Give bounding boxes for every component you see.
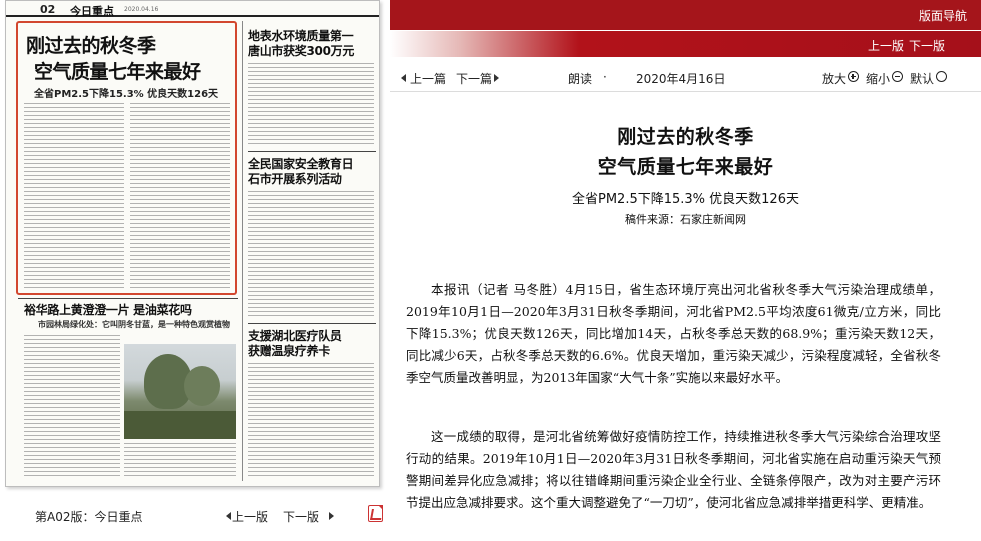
photo-caption-text xyxy=(124,443,236,477)
article-source: 稿件来源：石家庄新闻网 xyxy=(625,213,746,226)
side-story3-headline-line1: 支援湖北医疗队员 xyxy=(248,329,342,343)
side-story3-headline-line2: 获赠温泉疗养卡 xyxy=(248,344,330,358)
edition-nav-bar: 上一版 下一版 xyxy=(390,31,981,57)
side-story2-text xyxy=(248,191,374,319)
article-toolbar: 上一篇 下一篇 朗读 · 2020年4月16日 放大 缩小 默认 xyxy=(390,62,981,92)
newspaper-preview-pane: 02 今日重点 2020.04.16 刚过去的秋冬季 空气质量七年来最好 全省P… xyxy=(0,0,390,541)
prev-article-link[interactable]: 上一篇 xyxy=(410,70,446,87)
zoom-in-icon[interactable] xyxy=(848,71,859,82)
zoom-out-label[interactable]: 缩小 xyxy=(866,70,890,87)
side-story1-headline: 地表水环境质量第一 xyxy=(248,29,354,43)
top-nav-bar: 版面导航 xyxy=(390,0,981,30)
photo-ground xyxy=(124,411,236,439)
read-aloud-button[interactable]: 朗读 xyxy=(568,70,592,87)
lead-body-text-col1 xyxy=(24,103,124,289)
lead-headline-line2: 空气质量七年来最好 xyxy=(34,61,201,83)
page-footer: 第A02版：今日重点 上一版 下一版 xyxy=(0,498,390,530)
photo-tree xyxy=(184,366,220,406)
zoom-in-label[interactable]: 放大 xyxy=(822,70,846,87)
article-title-line1: 刚过去的秋冬季 xyxy=(617,126,754,148)
lower-story-subhead: 市园林局绿化处：它叫阴冬甘蓝，是一种特色观赏植物 xyxy=(38,320,230,329)
next-article-link[interactable]: 下一篇 xyxy=(456,70,492,87)
article-subtitle: 全省PM2.5下降15.3% 优良天数126天 xyxy=(572,192,799,207)
lead-subhead: 全省PM2.5下降15.3% 优良天数126天 xyxy=(34,89,219,100)
page-header-date: 2020.04.16 xyxy=(124,6,159,13)
column-divider xyxy=(242,21,243,481)
lead-headline-line1: 刚过去的秋冬季 xyxy=(26,35,156,57)
article-paragraph: 这一成绩的取得，是河北省统筹做好疫情防控工作，持续推进秋冬季大气污染综合治理攻坚… xyxy=(406,429,941,510)
toolbar-separator: · xyxy=(603,70,607,84)
next-edition-link[interactable]: 下一版 xyxy=(283,508,319,525)
zoom-out-icon[interactable] xyxy=(892,71,903,82)
chevron-left-icon xyxy=(226,512,231,520)
prev-edition-link[interactable]: 上一版 xyxy=(232,508,268,525)
story-divider xyxy=(248,323,376,324)
prev-edition-button[interactable]: 上一版 xyxy=(868,37,904,54)
layout-nav-link[interactable]: 版面导航 xyxy=(919,7,967,24)
story-divider xyxy=(248,151,376,152)
issue-date: 2020年4月16日 xyxy=(636,72,726,86)
side-story1-text xyxy=(248,63,374,145)
side-story1-headline-line2: 唐山市获奖300万元 xyxy=(248,44,355,58)
edition-label: 第A02版：今日重点 xyxy=(35,510,143,524)
article-reader-pane: 版面导航 上一版 下一版 上一篇 下一篇 朗读 · 2020年4月16日 放大 … xyxy=(390,0,981,541)
page-section-name: 今日重点 xyxy=(70,5,114,18)
lower-story-headline: 裕华路上黄澄澄一片 是油菜花吗 xyxy=(24,303,192,317)
story-divider xyxy=(18,298,238,299)
side-story3-text xyxy=(248,363,374,478)
default-size-icon[interactable] xyxy=(936,71,947,82)
side-story2-headline-line2: 石市开展系列活动 xyxy=(248,172,342,186)
pdf-icon[interactable] xyxy=(368,505,383,522)
article-title-line2: 空气质量七年来最好 xyxy=(597,156,774,178)
chevron-right-icon xyxy=(329,512,334,520)
lower-story-photo xyxy=(124,344,236,439)
newspaper-page-thumbnail[interactable]: 02 今日重点 2020.04.16 刚过去的秋冬季 空气质量七年来最好 全省P… xyxy=(5,0,380,487)
side-story2-headline-line1: 全民国家安全教育日 xyxy=(248,157,354,171)
lower-story-text-col1 xyxy=(24,335,120,477)
page-number: 02 xyxy=(40,3,56,16)
chevron-left-icon xyxy=(401,74,406,82)
lead-body-text-col2 xyxy=(130,103,230,289)
page-header-rule: 02 今日重点 2020.04.16 xyxy=(6,1,379,18)
article-paragraph: 本报讯（记者 马冬胜）4月15日，省生态环境厅亮出河北省秋冬季大气污染治理成绩单… xyxy=(406,282,941,385)
chevron-right-icon xyxy=(494,74,499,82)
next-edition-button[interactable]: 下一版 xyxy=(909,37,945,54)
default-size-label[interactable]: 默认 xyxy=(910,70,934,87)
